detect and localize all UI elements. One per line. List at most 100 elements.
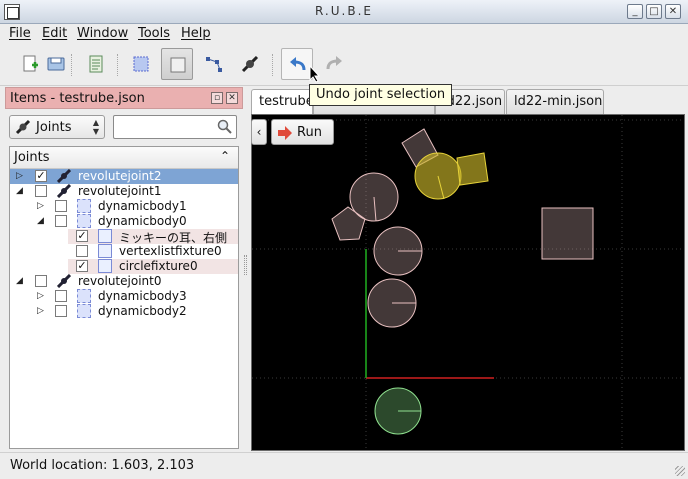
fixture-icon: [98, 229, 112, 243]
item-type-dropdown[interactable]: Joints ▲ ▼: [9, 115, 105, 139]
fixture-mode-icon: [170, 57, 186, 73]
tree-row-dynamicbody0[interactable]: ◢ dynamicbody0: [10, 214, 238, 229]
new-file-icon: [23, 55, 38, 72]
toolbar-separator: [71, 54, 73, 76]
menu-window[interactable]: Window: [77, 26, 128, 41]
close-button[interactable]: ✕: [665, 4, 681, 19]
row-checkbox[interactable]: ✓: [35, 170, 47, 182]
row-checkbox[interactable]: [55, 215, 67, 227]
float-panel-button[interactable]: ▫: [211, 92, 223, 104]
collapse-arrow-icon[interactable]: ◢: [16, 276, 23, 286]
save-button[interactable]: [40, 48, 72, 80]
tree-row-dynamicbody3[interactable]: ▷ dynamicbody3: [10, 289, 238, 304]
script-icon: [89, 55, 103, 73]
joint-icon: [57, 184, 71, 198]
joint-mode-icon: [241, 55, 259, 73]
row-checkbox[interactable]: ✓: [76, 260, 88, 272]
tree-row-circlefixture0[interactable]: ✓ circlefixture0: [68, 259, 238, 274]
items-tree[interactable]: Joints ⌃ ▷ ✓ revolutejoint2 ◢ revolutejo…: [9, 146, 239, 449]
collapse-arrow-icon[interactable]: ◢: [16, 186, 23, 196]
undo-icon: [290, 57, 306, 71]
expand-arrow-icon[interactable]: ▷: [16, 171, 23, 181]
tree-row-dynamicbody1[interactable]: ▷ dynamicbody1: [10, 199, 238, 214]
fixture-icon: [98, 259, 112, 273]
menu-bar: File Edit Window Tools Help: [0, 24, 688, 44]
run-button-label: Run: [297, 125, 322, 140]
search-icon: [217, 119, 232, 134]
body-mode-icon: [133, 56, 149, 72]
select-fixtures-button[interactable]: [161, 48, 193, 80]
row-checkbox[interactable]: [35, 275, 47, 287]
run-button[interactable]: Run: [271, 119, 334, 145]
item-type-value: Joints: [36, 120, 72, 135]
body-icon: [77, 304, 91, 318]
status-bar: World location: 1.603, 2.103: [0, 452, 688, 479]
expand-arrow-icon[interactable]: ▷: [37, 201, 44, 211]
tree-row-revolutejoint2[interactable]: ▷ ✓ revolutejoint2: [10, 169, 238, 184]
expand-arrow-icon[interactable]: ▷: [37, 306, 44, 316]
minimize-button[interactable]: _: [627, 4, 643, 19]
expand-arrow-icon[interactable]: ▷: [37, 291, 44, 301]
tree-row-label: dynamicbody2: [98, 304, 187, 318]
select-joints-button[interactable]: [234, 48, 266, 80]
world-location-text: World location: 1.603, 2.103: [10, 458, 195, 473]
menu-edit[interactable]: Edit: [42, 26, 67, 41]
toolbar: [0, 44, 688, 86]
tree-row-vertexlistfixture0[interactable]: vertexlistfixture0: [10, 244, 238, 259]
select-vertices-button[interactable]: [198, 48, 230, 80]
tree-row-dynamicbody2[interactable]: ▷ dynamicbody2: [10, 304, 238, 319]
row-checkbox[interactable]: [55, 290, 67, 302]
tab-ld22-min[interactable]: ld22-min.json: [506, 89, 604, 114]
body-icon: [77, 199, 91, 213]
title-bar: R.U.B.E _ □ ✕: [0, 0, 688, 24]
splitter-handle[interactable]: [244, 255, 247, 275]
tab-label: testrube: [259, 94, 314, 109]
selected-body-box[interactable]: [456, 152, 489, 186]
sort-chevron-icon: ⌃: [219, 149, 230, 163]
tree-row-revolutejoint1[interactable]: ◢ revolutejoint1: [10, 184, 238, 199]
back-button[interactable]: ‹: [251, 119, 267, 145]
resize-grip-icon[interactable]: [675, 466, 685, 476]
undo-tooltip: Undo joint selection: [309, 84, 453, 106]
row-checkbox[interactable]: ✓: [76, 230, 88, 242]
vertex-mode-icon: [206, 57, 222, 72]
tree-column-header[interactable]: Joints ⌃: [10, 147, 238, 169]
tab-testrube[interactable]: testrube: [251, 89, 314, 115]
maximize-button[interactable]: □: [646, 4, 662, 19]
row-checkbox[interactable]: [35, 185, 47, 197]
tree-row-label: dynamicbody3: [98, 289, 187, 303]
menu-file[interactable]: File: [9, 26, 31, 41]
row-checkbox[interactable]: [55, 200, 67, 212]
body-icon: [77, 289, 91, 303]
tree-row-fixture-mickey-ear[interactable]: ✓ ミッキーの耳、右側: [68, 229, 238, 245]
tab-label: ld22-min.json: [514, 94, 603, 109]
fixture-icon: [98, 244, 112, 258]
items-panel-title-bar: Items - testrube.json ▫ ✕: [5, 87, 243, 109]
tree-row-label: dynamicbody1: [98, 199, 187, 213]
tree-row-label: revolutejoint0: [78, 274, 162, 288]
tree-row-revolutejoint0[interactable]: ◢ revolutejoint0: [10, 274, 238, 289]
row-checkbox[interactable]: [55, 305, 67, 317]
items-panel-title: Items - testrube.json: [10, 91, 145, 106]
tree-row-label: revolutejoint2: [78, 169, 162, 183]
scene-viewport[interactable]: [251, 114, 685, 451]
tree-row-label: revolutejoint1: [78, 184, 162, 198]
row-checkbox[interactable]: [76, 245, 88, 257]
joint-icon: [57, 274, 71, 288]
redo-icon: [326, 56, 342, 70]
menu-help[interactable]: Help: [181, 26, 211, 41]
redo-button[interactable]: [318, 48, 350, 80]
close-panel-button[interactable]: ✕: [226, 92, 238, 104]
body-square-right[interactable]: [541, 207, 594, 260]
select-bodies-button[interactable]: [125, 48, 157, 80]
mouse-cursor-icon: [309, 65, 321, 83]
joint-icon: [15, 119, 31, 135]
body-icon: [77, 214, 91, 228]
menu-tools[interactable]: Tools: [138, 26, 170, 41]
save-icon: [47, 57, 65, 71]
items-search-input[interactable]: [113, 115, 237, 139]
collapse-arrow-icon[interactable]: ◢: [37, 216, 44, 226]
script-button[interactable]: [80, 48, 112, 80]
toolbar-separator: [272, 54, 274, 76]
tree-header-label: Joints: [14, 150, 50, 165]
